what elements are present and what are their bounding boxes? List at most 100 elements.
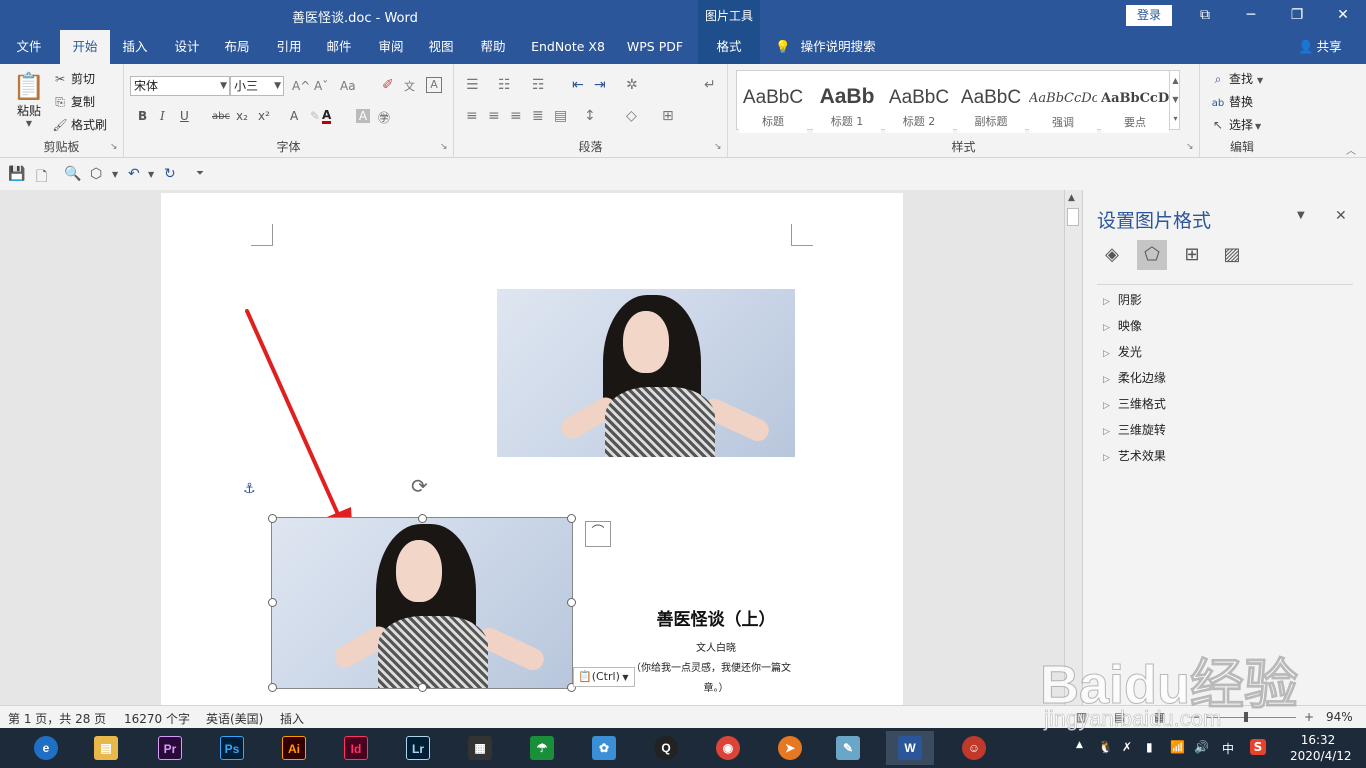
picture-icon[interactable]: ▨: [1217, 240, 1247, 270]
style-heading-2[interactable]: AaBbC 标题 2: [885, 79, 953, 133]
resize-handle[interactable]: [418, 683, 427, 692]
tab-format[interactable]: 格式: [698, 30, 760, 64]
share-button[interactable]: 👤 共享: [1298, 30, 1342, 64]
tell-me-search[interactable]: 💡 操作说明搜索: [775, 30, 876, 64]
pane-item-reflection[interactable]: ▷ 映像: [1103, 317, 1142, 334]
paste-options-button[interactable]: 📋(Ctrl) ▼: [573, 667, 635, 687]
tray-expand-icon[interactable]: ▲: [1076, 740, 1083, 750]
zoom-in-icon[interactable]: +: [1304, 710, 1314, 724]
tray-qq-icon[interactable]: 🐧: [1098, 740, 1113, 754]
pane-options-icon[interactable]: ▼: [1297, 210, 1305, 221]
rotate-handle-icon[interactable]: ⟳: [411, 474, 428, 498]
layout-options-button[interactable]: ⌒: [585, 521, 611, 547]
save-icon[interactable]: 💾: [8, 166, 25, 182]
resize-handle[interactable]: [567, 598, 576, 607]
page-count[interactable]: 第 1 页，共 28 页: [8, 710, 106, 727]
font-name-combo[interactable]: 宋体 ▼: [130, 76, 230, 96]
chinese-layout-icon[interactable]: ✲: [626, 77, 638, 93]
web-layout-icon[interactable]: ▦: [1154, 710, 1165, 724]
tab-review[interactable]: 审阅: [368, 30, 414, 64]
login-button[interactable]: 登录: [1126, 5, 1172, 26]
taskbar-app-indesign[interactable]: Id: [332, 731, 380, 765]
chevron-down-icon[interactable]: ▼: [112, 170, 118, 179]
cut-button[interactable]: ✂ 剪切: [52, 70, 95, 87]
size-position-icon[interactable]: ⊞: [1177, 240, 1207, 270]
style-title[interactable]: AaBbC 标题: [739, 79, 807, 133]
vertical-scrollbar[interactable]: ▲: [1064, 190, 1081, 705]
taskbar-app-word[interactable]: W: [886, 731, 934, 765]
numbering-icon[interactable]: ☷: [498, 77, 511, 93]
fill-line-icon[interactable]: ◈: [1097, 240, 1127, 270]
change-case-button[interactable]: Aa: [340, 79, 356, 93]
style-heading-1[interactable]: AaBb 标题 1: [813, 79, 881, 133]
grow-font-button[interactable]: A^: [292, 79, 310, 93]
tab-file[interactable]: 文件: [4, 30, 54, 64]
style-strong[interactable]: AaBbCcD 要点: [1101, 79, 1169, 133]
show-marks-icon[interactable]: ↵: [704, 77, 716, 93]
undo-icon[interactable]: ↶: [128, 166, 140, 182]
ribbon-display-options-icon[interactable]: ⧉: [1182, 0, 1228, 30]
tray-wifi-icon[interactable]: 📶: [1170, 740, 1185, 754]
format-painter-button[interactable]: 🖌 格式刷: [52, 116, 107, 133]
minimize-button[interactable]: ─: [1228, 0, 1274, 30]
tray-ime-indicator[interactable]: 中: [1222, 740, 1234, 757]
underline-button[interactable]: U: [180, 109, 189, 123]
phonetic-guide-icon[interactable]: 文: [404, 78, 415, 94]
collapse-ribbon-icon[interactable]: ︿: [1346, 142, 1356, 157]
taskbar-app-browser[interactable]: e: [22, 731, 70, 765]
tray-battery-icon[interactable]: ▮: [1146, 740, 1153, 754]
copy-button[interactable]: ⎘ 复制: [52, 93, 95, 110]
new-document-icon[interactable]: 🗋: [36, 166, 47, 190]
taskbar-app-file-explorer[interactable]: ▤: [82, 731, 130, 765]
dialog-launcher-icon[interactable]: ↘: [440, 142, 448, 152]
restore-button[interactable]: ❐: [1274, 0, 1320, 30]
close-icon[interactable]: ✕: [1335, 208, 1347, 224]
zoom-out-icon[interactable]: −: [1190, 710, 1200, 724]
zoom-slider-thumb[interactable]: [1244, 712, 1248, 722]
taskbar-app-cat[interactable]: ✿: [580, 731, 628, 765]
print-preview-icon[interactable]: 🔍: [64, 166, 81, 182]
align-center-icon[interactable]: ≡: [488, 108, 500, 124]
italic-button[interactable]: I: [160, 109, 165, 123]
taskbar-app-lightroom[interactable]: Lr: [394, 731, 442, 765]
taskbar-app-thunder[interactable]: ➤: [766, 731, 814, 765]
taskbar-app-game[interactable]: ☺: [950, 731, 998, 765]
resize-handle[interactable]: [418, 514, 427, 523]
borders-icon[interactable]: ⊞: [662, 108, 674, 124]
tab-insert[interactable]: 插入: [112, 30, 158, 64]
close-button[interactable]: ✕: [1320, 0, 1366, 30]
shapes-icon[interactable]: ⬡: [90, 166, 102, 182]
increase-indent-icon[interactable]: ⇥: [594, 77, 606, 93]
text-effects-icon[interactable]: A: [290, 109, 298, 123]
decrease-indent-icon[interactable]: ⇤: [572, 77, 584, 93]
character-border-icon[interactable]: A: [426, 77, 442, 93]
font-color-button[interactable]: A: [322, 109, 332, 124]
subscript-button[interactable]: x₂: [236, 109, 248, 123]
tab-layout[interactable]: 布局: [214, 30, 260, 64]
tray-volume-icon[interactable]: 🔊: [1194, 740, 1209, 754]
taskbar-app-umbrella[interactable]: ☂: [518, 731, 566, 765]
tab-help[interactable]: 帮助: [470, 30, 516, 64]
enclose-characters-icon[interactable]: ㊫: [378, 109, 390, 126]
tab-references[interactable]: 引用: [266, 30, 312, 64]
zoom-level[interactable]: 94%: [1326, 710, 1353, 724]
replace-button[interactable]: ab 替换: [1210, 93, 1253, 110]
shrink-font-button[interactable]: Aˇ: [314, 79, 328, 93]
pane-item-artistic-effects[interactable]: ▷ 艺术效果: [1103, 447, 1166, 464]
paste-button[interactable]: 📋 粘贴 ▼: [12, 72, 46, 128]
chevron-down-icon[interactable]: ▼: [148, 170, 154, 179]
document-page[interactable]: ⚓ ⟳ ⌒ 善医怪谈（上） 文人白晓 （你给我一点灵感，我便还你一篇文 章。） …: [161, 193, 903, 705]
character-shading-icon[interactable]: A: [356, 109, 370, 123]
pane-item-glow[interactable]: ▷ 发光: [1103, 343, 1142, 360]
pane-item-3d-format[interactable]: ▷ 三维格式: [1103, 395, 1166, 412]
dialog-launcher-icon[interactable]: ↘: [714, 142, 722, 152]
align-left-icon[interactable]: ≡: [466, 108, 478, 124]
distributed-icon[interactable]: ▤: [554, 108, 567, 124]
zoom-slider[interactable]: [1206, 717, 1296, 718]
justify-icon[interactable]: ≣: [532, 108, 544, 124]
styles-scroll[interactable]: ▲ ▼ ▾: [1169, 71, 1181, 129]
align-right-icon[interactable]: ≡: [510, 108, 522, 124]
clear-formatting-icon[interactable]: ✐: [382, 77, 394, 93]
highlight-icon[interactable]: ✎: [310, 109, 320, 123]
taskbar-app-video-editor[interactable]: ▦: [456, 731, 504, 765]
